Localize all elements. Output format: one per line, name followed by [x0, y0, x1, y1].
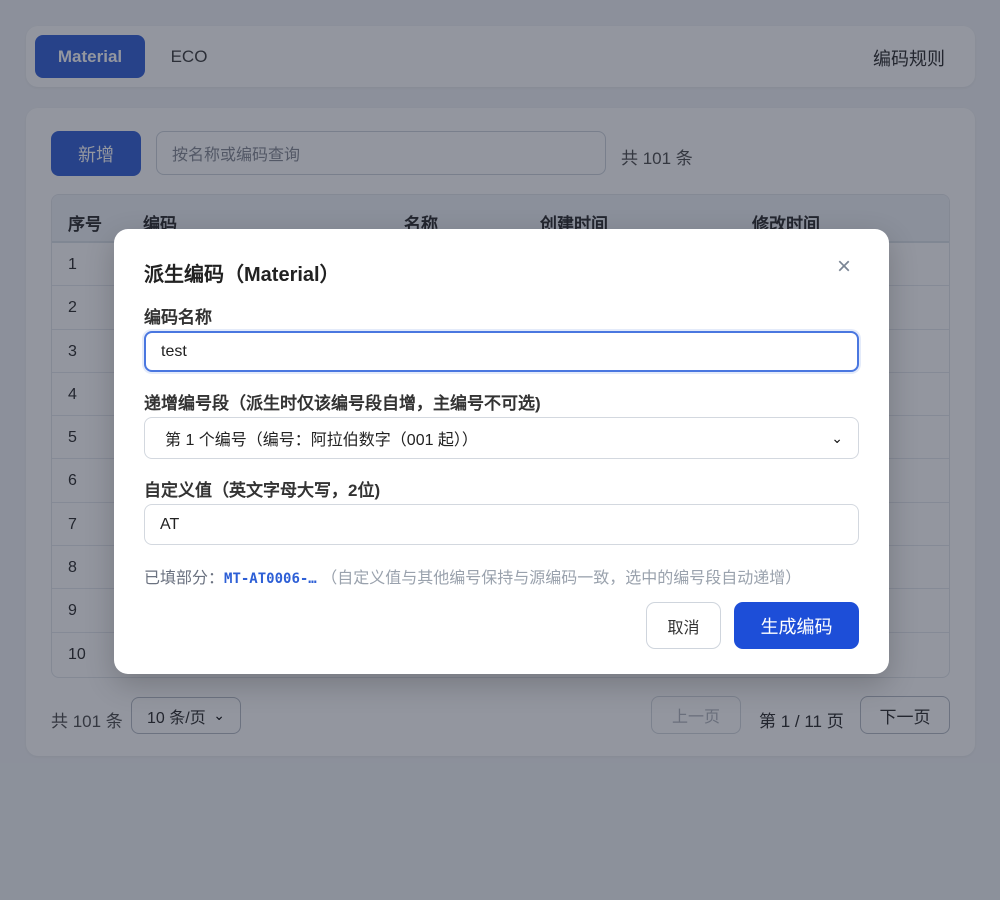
code-name-input[interactable]: test	[144, 331, 859, 372]
close-icon[interactable]: ×	[833, 255, 855, 279]
cancel-button[interactable]: 取消	[646, 602, 721, 649]
derive-code-dialog: 派生编码（Material） × 编码名称 test 递增编号段（派生时仅该编号…	[114, 229, 889, 674]
dialog-title: 派生编码（Material）	[144, 264, 340, 286]
custom-value-label: 自定义值（英文字母大写，2位)	[144, 481, 381, 500]
filled-part-prefix: 已填部分：	[144, 570, 225, 587]
filled-part-note: （自定义值与其他编号保持与源编码一致，选中的编号段自动递增）	[321, 570, 802, 587]
custom-value-input[interactable]: AT	[144, 504, 859, 545]
code-name-label: 编码名称	[144, 308, 212, 327]
chevron-down-icon: ⌄	[831, 429, 843, 446]
generate-code-button[interactable]: 生成编码	[734, 602, 859, 649]
increment-segment-value: 第 1 个编号（编号：阿拉伯数字（001 起））	[165, 432, 478, 449]
increment-segment-label: 递增编号段（派生时仅该编号段自增，主编号不可选)	[144, 394, 541, 413]
filled-part-code: MT-AT0006-…	[224, 571, 317, 587]
filled-part-hint: 已填部分：MT-AT0006-… （自定义值与其他编号保持与源编码一致，选中的编…	[144, 564, 801, 588]
increment-segment-select[interactable]: 第 1 个编号（编号：阿拉伯数字（001 起）） ⌄	[144, 417, 859, 459]
